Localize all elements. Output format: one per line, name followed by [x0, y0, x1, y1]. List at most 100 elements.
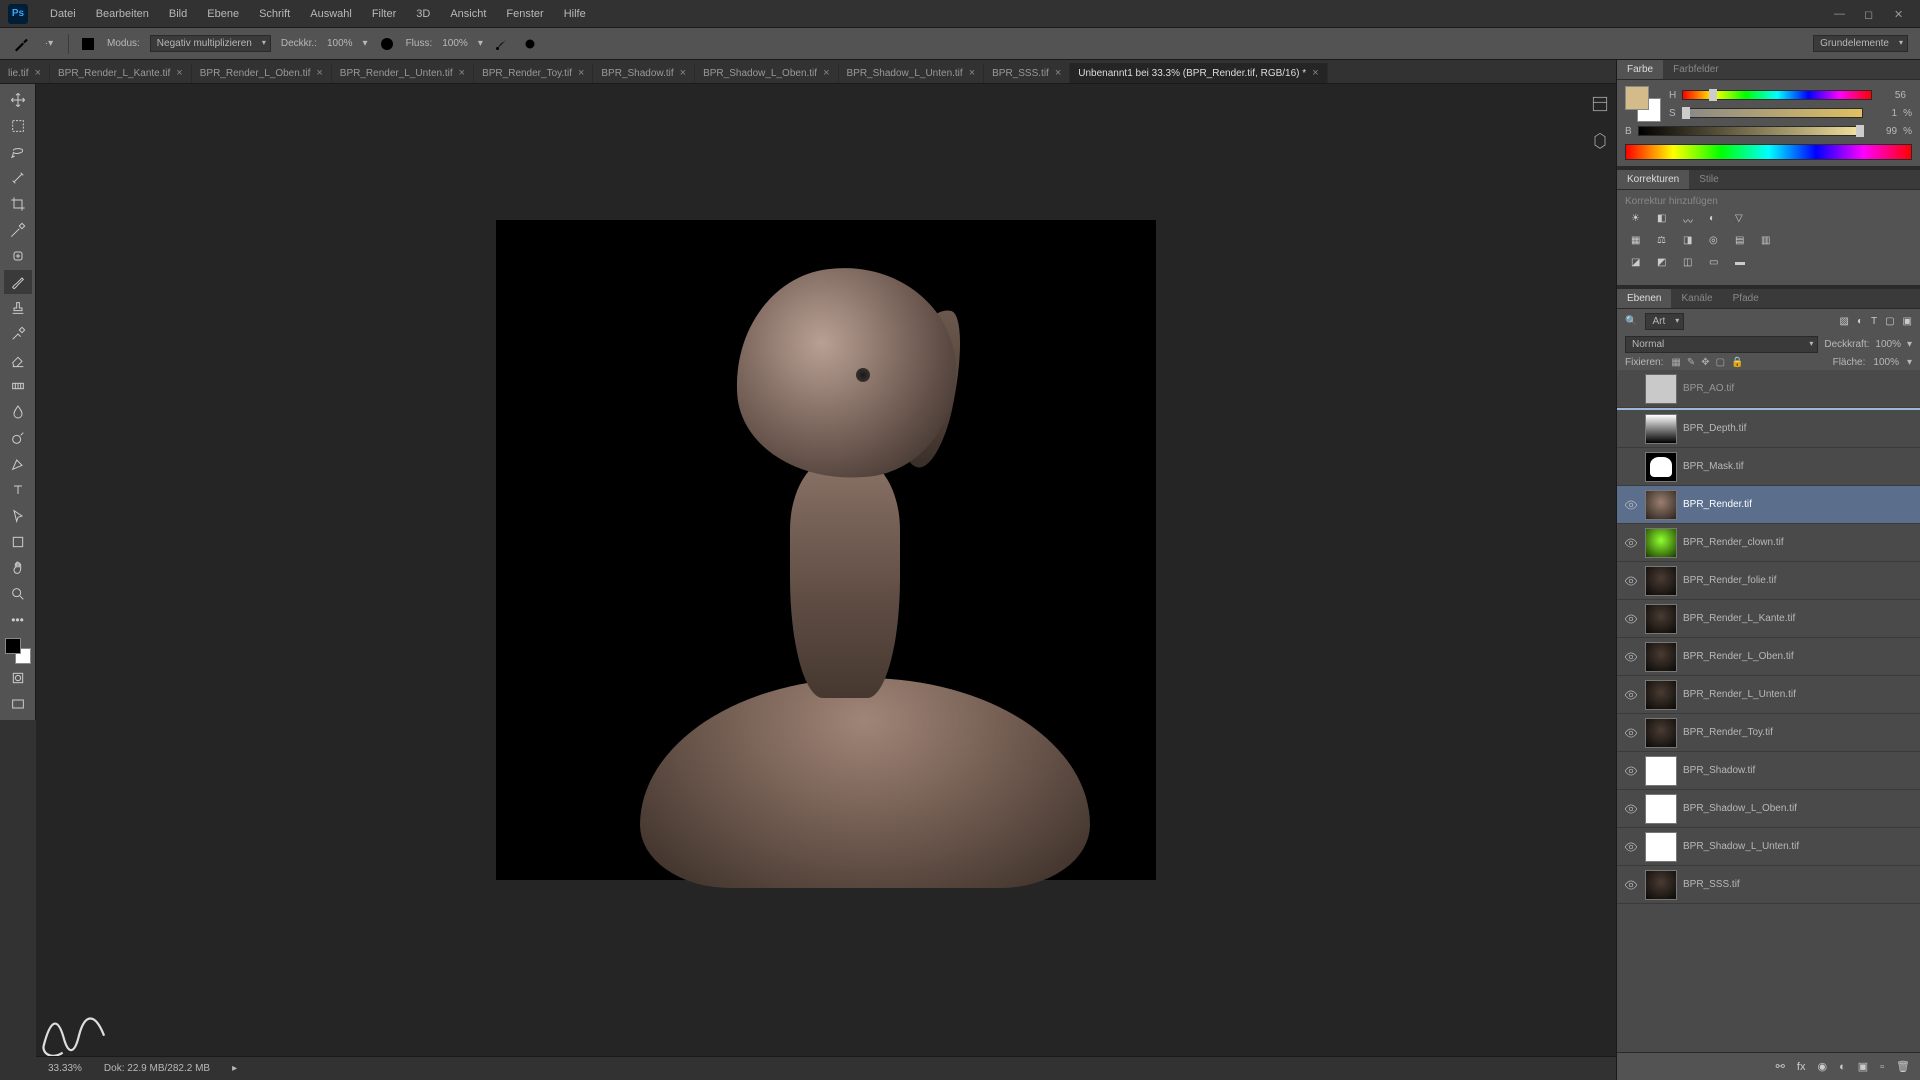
- visibility-toggle[interactable]: [1623, 649, 1639, 665]
- lock-position-icon[interactable]: ✥: [1701, 357, 1709, 368]
- layer-row[interactable]: BPR_Render_L_Unten.tif: [1617, 676, 1920, 714]
- group-icon[interactable]: ▣: [1858, 1060, 1868, 1073]
- menu-schrift[interactable]: Schrift: [249, 8, 300, 20]
- lookup-icon[interactable]: ▥: [1761, 235, 1777, 251]
- channelmixer-icon[interactable]: ▤: [1735, 235, 1751, 251]
- edit-toolbar-button[interactable]: •••: [4, 608, 32, 632]
- tab-kanaele[interactable]: Kanäle: [1671, 289, 1722, 308]
- filter-shape-icon[interactable]: ▢: [1885, 316, 1894, 327]
- document-tab[interactable]: Unbenannt1 bei 33.3% (BPR_Render.tif, RG…: [1070, 63, 1327, 83]
- adjustment-layer-icon[interactable]: ◐: [1839, 1061, 1846, 1073]
- menu-hilfe[interactable]: Hilfe: [554, 8, 596, 20]
- layer-thumbnail[interactable]: [1645, 414, 1677, 444]
- opacity-value[interactable]: 100%: [327, 38, 353, 49]
- tab-stile[interactable]: Stile: [1689, 170, 1728, 189]
- slider-value[interactable]: 99: [1869, 126, 1897, 137]
- tab-farbfelder[interactable]: Farbfelder: [1663, 60, 1729, 79]
- document-tab[interactable]: BPR_Render_L_Oben.tif×: [192, 63, 332, 83]
- layer-name[interactable]: BPR_Render_folie.tif: [1683, 575, 1914, 586]
- layer-row[interactable]: BPR_SSS.tif: [1617, 866, 1920, 904]
- window-maximize-button[interactable]: ◻: [1864, 8, 1876, 20]
- status-arrow-icon[interactable]: ▸: [232, 1063, 237, 1074]
- lock-pixels-icon[interactable]: ▦: [1671, 357, 1680, 368]
- visibility-toggle[interactable]: [1623, 459, 1639, 475]
- layer-thumbnail[interactable]: [1645, 870, 1677, 900]
- layer-row[interactable]: BPR_Shadow_L_Unten.tif: [1617, 828, 1920, 866]
- brush-tool[interactable]: [4, 270, 32, 294]
- layer-thumbnail[interactable]: [1645, 528, 1677, 558]
- layer-name[interactable]: BPR_Render_L_Oben.tif: [1683, 651, 1914, 662]
- layer-thumbnail[interactable]: [1645, 604, 1677, 634]
- fill-value[interactable]: 100%: [1873, 357, 1899, 368]
- lock-brush-icon[interactable]: ✎: [1687, 357, 1695, 368]
- pressure-size-icon[interactable]: [521, 35, 539, 53]
- document-tab[interactable]: BPR_Shadow.tif×: [593, 63, 695, 83]
- window-close-button[interactable]: ✕: [1894, 8, 1906, 20]
- colorbalance-icon[interactable]: ⚖: [1657, 235, 1673, 251]
- properties-panel-icon[interactable]: [1590, 130, 1610, 150]
- layer-row[interactable]: BPR_Render_L_Oben.tif: [1617, 638, 1920, 676]
- hue-icon[interactable]: ▦: [1631, 235, 1647, 251]
- color-swatch-pair[interactable]: [1625, 86, 1661, 122]
- layer-name[interactable]: BPR_Render_Toy.tif: [1683, 727, 1914, 738]
- bw-icon[interactable]: ◨: [1683, 235, 1699, 251]
- document-tab[interactable]: lie.tif×: [0, 63, 50, 83]
- lock-artboard-icon[interactable]: ▢: [1716, 357, 1725, 368]
- screenmode-button[interactable]: [4, 692, 32, 716]
- close-icon[interactable]: ×: [578, 67, 584, 79]
- tab-pfade[interactable]: Pfade: [1723, 289, 1769, 308]
- layer-row[interactable]: BPR_Shadow.tif: [1617, 752, 1920, 790]
- zoom-tool[interactable]: [4, 582, 32, 606]
- layer-list[interactable]: BPR_AO.tifBPR_Depth.tifBPR_Mask.tifBPR_R…: [1617, 370, 1920, 1052]
- filter-smart-icon[interactable]: ▣: [1903, 316, 1912, 327]
- visibility-toggle[interactable]: [1623, 877, 1639, 893]
- menu-3d[interactable]: 3D: [406, 8, 440, 20]
- lasso-tool[interactable]: [4, 140, 32, 164]
- document-tab[interactable]: BPR_Render_Toy.tif×: [474, 63, 593, 83]
- layer-row[interactable]: BPR_Mask.tif: [1617, 448, 1920, 486]
- wand-tool[interactable]: [4, 166, 32, 190]
- layer-thumbnail[interactable]: [1645, 374, 1677, 404]
- slider-value[interactable]: 1: [1869, 108, 1897, 119]
- vibrance-icon[interactable]: ▽: [1735, 213, 1751, 229]
- layer-name[interactable]: BPR_Render_L_Unten.tif: [1683, 689, 1914, 700]
- tab-farbe[interactable]: Farbe: [1617, 60, 1663, 79]
- delete-layer-icon[interactable]: 🗑: [1896, 1060, 1910, 1073]
- path-select-tool[interactable]: [4, 504, 32, 528]
- mask-icon[interactable]: ◉: [1817, 1060, 1827, 1073]
- type-tool[interactable]: [4, 478, 32, 502]
- fx-icon[interactable]: fx: [1797, 1061, 1806, 1073]
- history-brush-tool[interactable]: [4, 322, 32, 346]
- menu-fenster[interactable]: Fenster: [496, 8, 553, 20]
- visibility-toggle[interactable]: [1623, 611, 1639, 627]
- menu-auswahl[interactable]: Auswahl: [300, 8, 362, 20]
- tab-korrekturen[interactable]: Korrekturen: [1617, 170, 1689, 189]
- history-panel-icon[interactable]: [1590, 94, 1610, 114]
- close-icon[interactable]: ×: [680, 67, 686, 79]
- visibility-toggle[interactable]: [1623, 687, 1639, 703]
- healing-tool[interactable]: [4, 244, 32, 268]
- layer-name[interactable]: BPR_AO.tif: [1683, 383, 1914, 394]
- eraser-tool[interactable]: [4, 348, 32, 372]
- flow-value[interactable]: 100%: [442, 38, 468, 49]
- layer-thumbnail[interactable]: [1645, 566, 1677, 596]
- layer-blendmode-dropdown[interactable]: Normal: [1625, 336, 1818, 353]
- layer-row[interactable]: BPR_Render_L_Kante.tif: [1617, 600, 1920, 638]
- blendmode-dropdown[interactable]: Negativ multiplizieren: [150, 35, 271, 52]
- layer-name[interactable]: BPR_SSS.tif: [1683, 879, 1914, 890]
- menu-filter[interactable]: Filter: [362, 8, 406, 20]
- document-tab[interactable]: BPR_Shadow_L_Oben.tif×: [695, 63, 838, 83]
- exposure-icon[interactable]: ◐: [1709, 213, 1725, 229]
- color-slider[interactable]: [1682, 90, 1872, 100]
- layer-name[interactable]: BPR_Shadow.tif: [1683, 765, 1914, 776]
- document-tab[interactable]: BPR_Render_L_Kante.tif×: [50, 63, 192, 83]
- tab-ebenen[interactable]: Ebenen: [1617, 289, 1671, 308]
- posterize-icon[interactable]: ◩: [1657, 257, 1673, 273]
- visibility-toggle[interactable]: [1623, 725, 1639, 741]
- menu-bearbeiten[interactable]: Bearbeiten: [86, 8, 159, 20]
- canvas-area[interactable]: [36, 84, 1616, 1056]
- close-icon[interactable]: ×: [459, 67, 465, 79]
- layer-row[interactable]: BPR_Render.tif: [1617, 486, 1920, 524]
- hand-tool[interactable]: [4, 556, 32, 580]
- menu-bild[interactable]: Bild: [159, 8, 197, 20]
